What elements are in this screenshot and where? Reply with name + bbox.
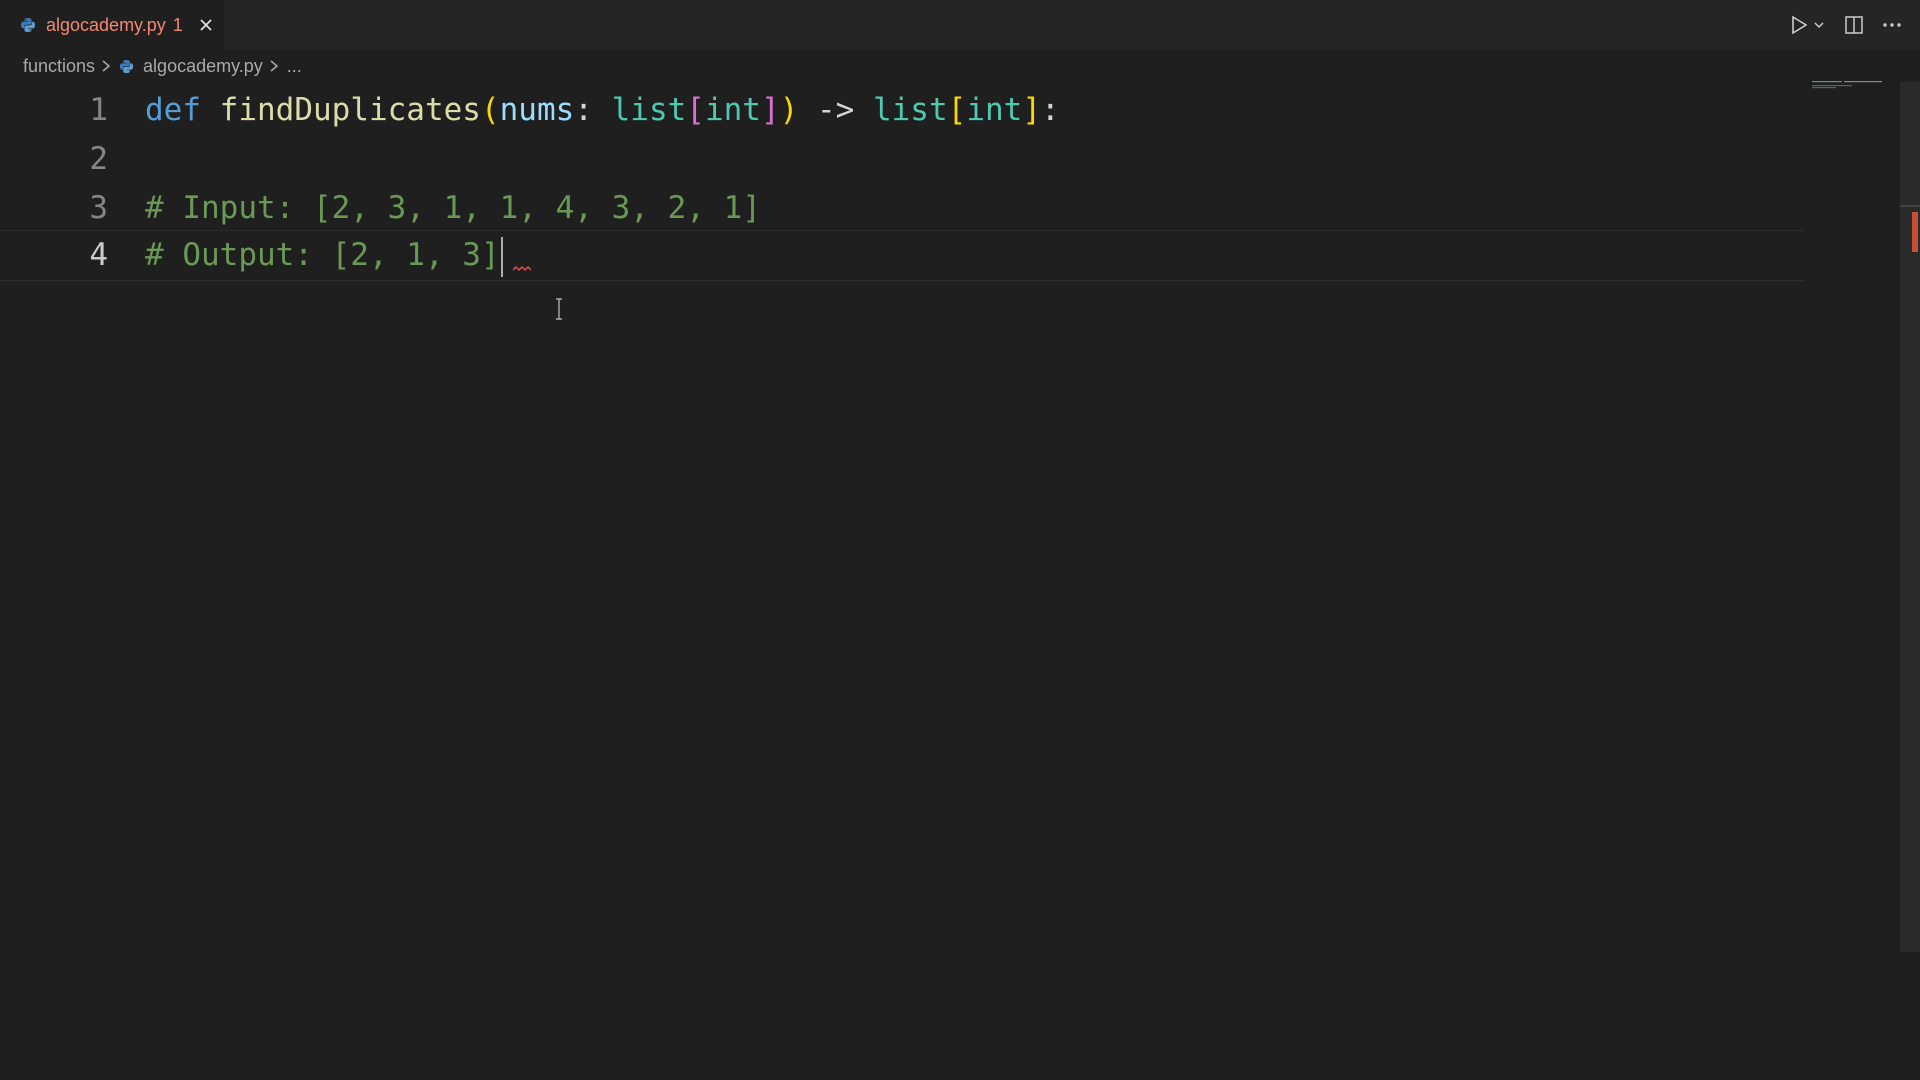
line-number: 3 <box>89 190 108 226</box>
mouse-ibeam-icon <box>556 298 562 320</box>
return-arrow: -> <box>816 92 855 128</box>
close-paren: ) <box>779 92 799 128</box>
tab-label: algocademy.py <box>46 14 166 35</box>
open-bracket: [ <box>686 92 705 128</box>
chevron-down-icon[interactable] <box>1812 18 1826 32</box>
open-paren: ( <box>480 92 500 128</box>
colon: : <box>574 92 593 128</box>
breadcrumb-folder[interactable]: functions <box>23 56 95 77</box>
error-squiggle <box>513 266 531 271</box>
open-bracket: [ <box>947 92 967 128</box>
type-int: int <box>704 92 761 128</box>
python-file-icon <box>21 18 35 32</box>
comment-input: # Input: [2, 3, 1, 1, 4, 3, 2, 1] <box>145 190 761 226</box>
line-number: 2 <box>89 141 108 177</box>
colon: : <box>1040 92 1060 128</box>
comment-output: # Output: [2, 1, 3] <box>145 237 500 273</box>
breadcrumb: functions algocademy.py ... <box>23 53 302 79</box>
type-list: list <box>611 92 687 128</box>
line-number: 4 <box>89 237 108 273</box>
tab-bar: algocademy.py 1 <box>0 0 1920 50</box>
close-bracket: ] <box>1022 92 1041 128</box>
param-name: nums <box>499 92 575 128</box>
scrollbar-error-marker <box>1912 212 1918 252</box>
keyword-def: def <box>145 92 201 128</box>
return-type-list: list <box>872 92 948 128</box>
code-line[interactable]: 2 <box>0 135 1804 184</box>
line-number: 1 <box>89 92 108 128</box>
code-editor[interactable]: 1 def findDuplicates(nums: list[int]) ->… <box>0 86 1900 1080</box>
text-cursor <box>500 236 503 277</box>
python-file-icon <box>119 59 134 73</box>
code-text: # Output: [2, 1, 3] <box>145 231 503 280</box>
run-python-file-button[interactable] <box>1790 13 1826 37</box>
scrollbar-cursor-marker <box>1900 205 1920 207</box>
code-text: def findDuplicates(nums: list[int]) -> l… <box>145 86 1060 135</box>
code-line-current[interactable]: 4 # Output: [2, 1, 3] <box>0 230 1804 281</box>
code-line[interactable]: 1 def findDuplicates(nums: list[int]) ->… <box>0 86 1804 135</box>
split-editor-button[interactable] <box>1844 13 1864 37</box>
chevron-right-icon <box>101 59 111 73</box>
close-bracket: ] <box>760 92 780 128</box>
close-icon[interactable] <box>197 16 215 34</box>
breadcrumb-file[interactable]: algocademy.py <box>143 56 263 77</box>
tab-algocademy-py[interactable]: algocademy.py 1 <box>0 0 224 50</box>
function-name: findDuplicates <box>219 92 481 128</box>
minimap[interactable] <box>1812 80 1898 92</box>
return-type-int: int <box>966 92 1023 128</box>
play-icon <box>1792 15 1808 35</box>
chevron-right-icon <box>269 59 279 73</box>
problem-count-badge: 1 <box>172 14 183 35</box>
breadcrumb-symbol[interactable]: ... <box>287 56 302 77</box>
split-editor-icon <box>1845 16 1863 34</box>
more-actions-button[interactable] <box>1882 13 1902 37</box>
ellipsis-icon <box>1883 23 1901 27</box>
editor-actions <box>1790 0 1902 50</box>
code-line[interactable]: 3 # Input: [2, 3, 1, 1, 4, 3, 2, 1] <box>0 184 1804 233</box>
